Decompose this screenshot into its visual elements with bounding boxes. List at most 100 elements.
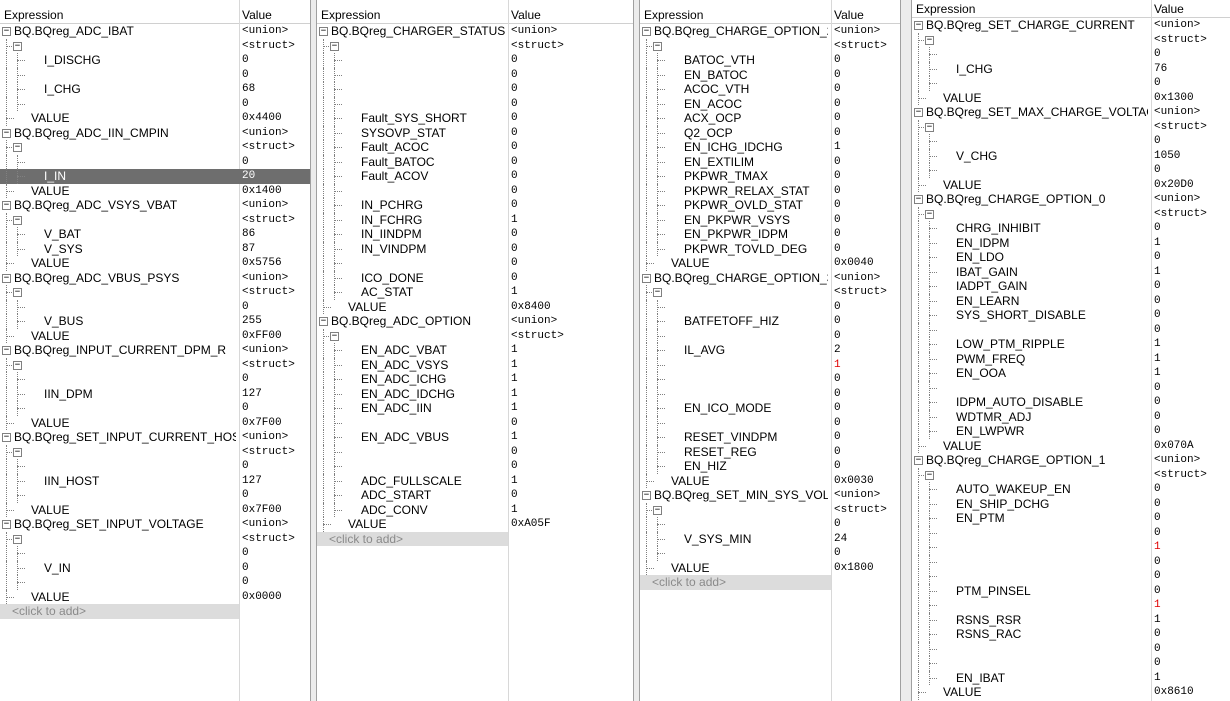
expression-text[interactable]: [44, 546, 236, 561]
watch-field-row[interactable]: PWM_FREQ 1: [912, 351, 1230, 367]
value-text[interactable]: 1: [1154, 352, 1161, 367]
value-text[interactable]: 1: [1154, 236, 1161, 251]
expression-text[interactable]: V_CHG: [956, 149, 1148, 164]
expression-text[interactable]: RESET_REG: [684, 445, 828, 460]
expression-text[interactable]: IN_FCHRG: [361, 213, 505, 228]
value-text[interactable]: 0: [1154, 294, 1161, 309]
collapse-toggle-icon[interactable]: −: [653, 41, 662, 51]
watch-field-row[interactable]: AC_STAT 1: [317, 285, 633, 300]
collapse-toggle-icon[interactable]: −: [925, 209, 934, 219]
value-text[interactable]: 0: [1154, 250, 1161, 265]
expression-text[interactable]: BQ.BQreg_CHARGE_OPTION_0: [926, 192, 1148, 207]
expression-text[interactable]: [25, 532, 236, 547]
watch-field-row[interactable]: − <struct>: [912, 206, 1230, 221]
watch-field-row[interactable]: VALUE 0x5756: [0, 256, 310, 271]
watch-register-row[interactable]: − BQ.BQreg_CHARGE_OPTION_0 <union>: [912, 192, 1230, 207]
value-text[interactable]: 0: [1154, 47, 1161, 62]
value-text[interactable]: 0: [834, 68, 841, 83]
watch-field-row[interactable]: 0: [640, 372, 900, 387]
collapse-toggle-icon[interactable]: −: [319, 317, 328, 326]
watch-field-row[interactable]: IL_AVG 2: [640, 343, 900, 358]
value-text[interactable]: 0: [834, 517, 841, 532]
expression-text[interactable]: EN_ADC_VBUS: [361, 430, 505, 445]
value-text[interactable]: <union>: [834, 488, 880, 503]
value-text[interactable]: 0: [511, 169, 518, 184]
collapse-toggle-icon[interactable]: −: [642, 273, 651, 283]
watch-field-row[interactable]: V_SYS 87: [0, 241, 310, 256]
watch-field-row[interactable]: ACX_OCP 0: [640, 111, 900, 126]
watch-field-row[interactable]: I_DISCHG 0: [0, 53, 310, 68]
expression-text[interactable]: EN_SHIP_DCHG: [956, 497, 1148, 512]
expression-text[interactable]: VALUE: [31, 329, 236, 344]
watch-field-row[interactable]: 0: [317, 459, 633, 474]
value-text[interactable]: 0: [834, 459, 841, 474]
expression-text[interactable]: EN_ICO_MODE: [684, 401, 828, 416]
watch-field-row[interactable]: Fault_ACOV 0: [317, 169, 633, 184]
collapse-toggle-icon[interactable]: −: [2, 520, 11, 529]
value-text[interactable]: 1: [511, 372, 518, 387]
watch-field-row[interactable]: EN_ADC_IIN 1: [317, 401, 633, 416]
value-text[interactable]: 1: [511, 343, 518, 358]
watch-field-row[interactable]: EN_ADC_IDCHG 1: [317, 386, 633, 401]
watch-register-row[interactable]: − BQ.BQreg_SET_INPUT_CURRENT_HOST <union>: [0, 430, 310, 445]
expression-text[interactable]: EN_PKPWR_IDPM: [684, 227, 828, 242]
expression-text[interactable]: VALUE: [348, 300, 505, 315]
expression-text[interactable]: CHRG_INHIBIT: [956, 221, 1148, 236]
expression-text[interactable]: EN_LEARN: [956, 294, 1148, 309]
watch-field-row[interactable]: Fault_SYS_SHORT 0: [317, 111, 633, 126]
value-text[interactable]: 0: [834, 329, 841, 344]
value-text[interactable]: 0x070A: [1154, 439, 1194, 454]
expression-text[interactable]: VALUE: [31, 111, 236, 126]
watch-field-row[interactable]: IADPT_GAIN 0: [912, 279, 1230, 294]
value-text[interactable]: 127: [242, 474, 262, 489]
expression-text[interactable]: EN_ADC_VSYS: [361, 358, 505, 373]
expression-text[interactable]: PKPWR_RELAX_STAT: [684, 184, 828, 199]
watch-field-row[interactable]: VALUE 0x1800: [640, 560, 900, 575]
expression-text[interactable]: [361, 68, 505, 83]
value-text[interactable]: 1: [511, 430, 518, 445]
watch-field-row[interactable]: PKPWR_TOVLD_DEG 0: [640, 241, 900, 256]
watch-register-row[interactable]: − BQ.BQreg_CHARGE_OPTION_3 <union>: [640, 271, 900, 286]
value-text[interactable]: 1050: [1154, 149, 1180, 164]
value-text[interactable]: 0: [834, 445, 841, 460]
value-text[interactable]: 1: [511, 474, 518, 489]
expression-text[interactable]: [684, 372, 828, 387]
expression-text[interactable]: SYSOVP_STAT: [361, 126, 505, 141]
watch-field-row[interactable]: IDPM_AUTO_DISABLE 0: [912, 395, 1230, 410]
watch-field-row[interactable]: IN_IINDPM 0: [317, 227, 633, 242]
expression-text[interactable]: [44, 488, 236, 503]
expression-text[interactable]: PKPWR_TMAX: [684, 169, 828, 184]
expression-text[interactable]: [956, 642, 1148, 657]
watch-field-row[interactable]: 0: [317, 53, 633, 68]
expression-text[interactable]: RSNS_RAC: [956, 627, 1148, 642]
expression-text[interactable]: [956, 526, 1148, 541]
expression-text[interactable]: [956, 47, 1148, 62]
expression-text[interactable]: BQ.BQreg_SET_MIN_SYS_VOL...: [654, 488, 828, 503]
watch-field-row[interactable]: IN_FCHRG 1: [317, 212, 633, 228]
watch-field-row[interactable]: EN_LEARN 0: [912, 293, 1230, 309]
collapse-toggle-icon[interactable]: −: [13, 288, 22, 297]
value-text[interactable]: 0: [834, 430, 841, 445]
watch-field-row[interactable]: VALUE 0xA05F: [317, 517, 633, 532]
watch-field-row[interactable]: − <struct>: [317, 328, 633, 343]
expression-text[interactable]: EN_IBAT: [956, 671, 1148, 686]
expression-text[interactable]: VALUE: [943, 91, 1148, 106]
value-text[interactable]: <union>: [242, 198, 288, 213]
watch-field-row[interactable]: 0: [0, 154, 310, 169]
watch-field-row[interactable]: EN_IDPM 1: [912, 235, 1230, 251]
expression-text[interactable]: [937, 120, 1148, 135]
watch-field-row[interactable]: IIN_HOST 127: [0, 473, 310, 489]
value-text[interactable]: 0: [511, 488, 518, 503]
watch-field-row[interactable]: 0: [0, 401, 310, 416]
watch-field-row[interactable]: IN_PCHRG 0: [317, 198, 633, 213]
collapse-toggle-icon[interactable]: −: [2, 27, 11, 36]
expression-text[interactable]: VALUE: [943, 685, 1148, 700]
watch-field-row[interactable]: 0: [0, 96, 310, 111]
value-text[interactable]: 0: [834, 126, 841, 141]
value-text[interactable]: 0: [834, 372, 841, 387]
collapse-toggle-icon[interactable]: −: [2, 128, 11, 138]
watch-field-row[interactable]: EN_ADC_VBUS 1: [317, 430, 633, 445]
watch-field-row[interactable]: − <struct>: [0, 285, 310, 300]
value-text[interactable]: 1: [1154, 265, 1161, 280]
watch-register-row[interactable]: − BQ.BQreg_ADC_OPTION <union>: [317, 314, 633, 329]
